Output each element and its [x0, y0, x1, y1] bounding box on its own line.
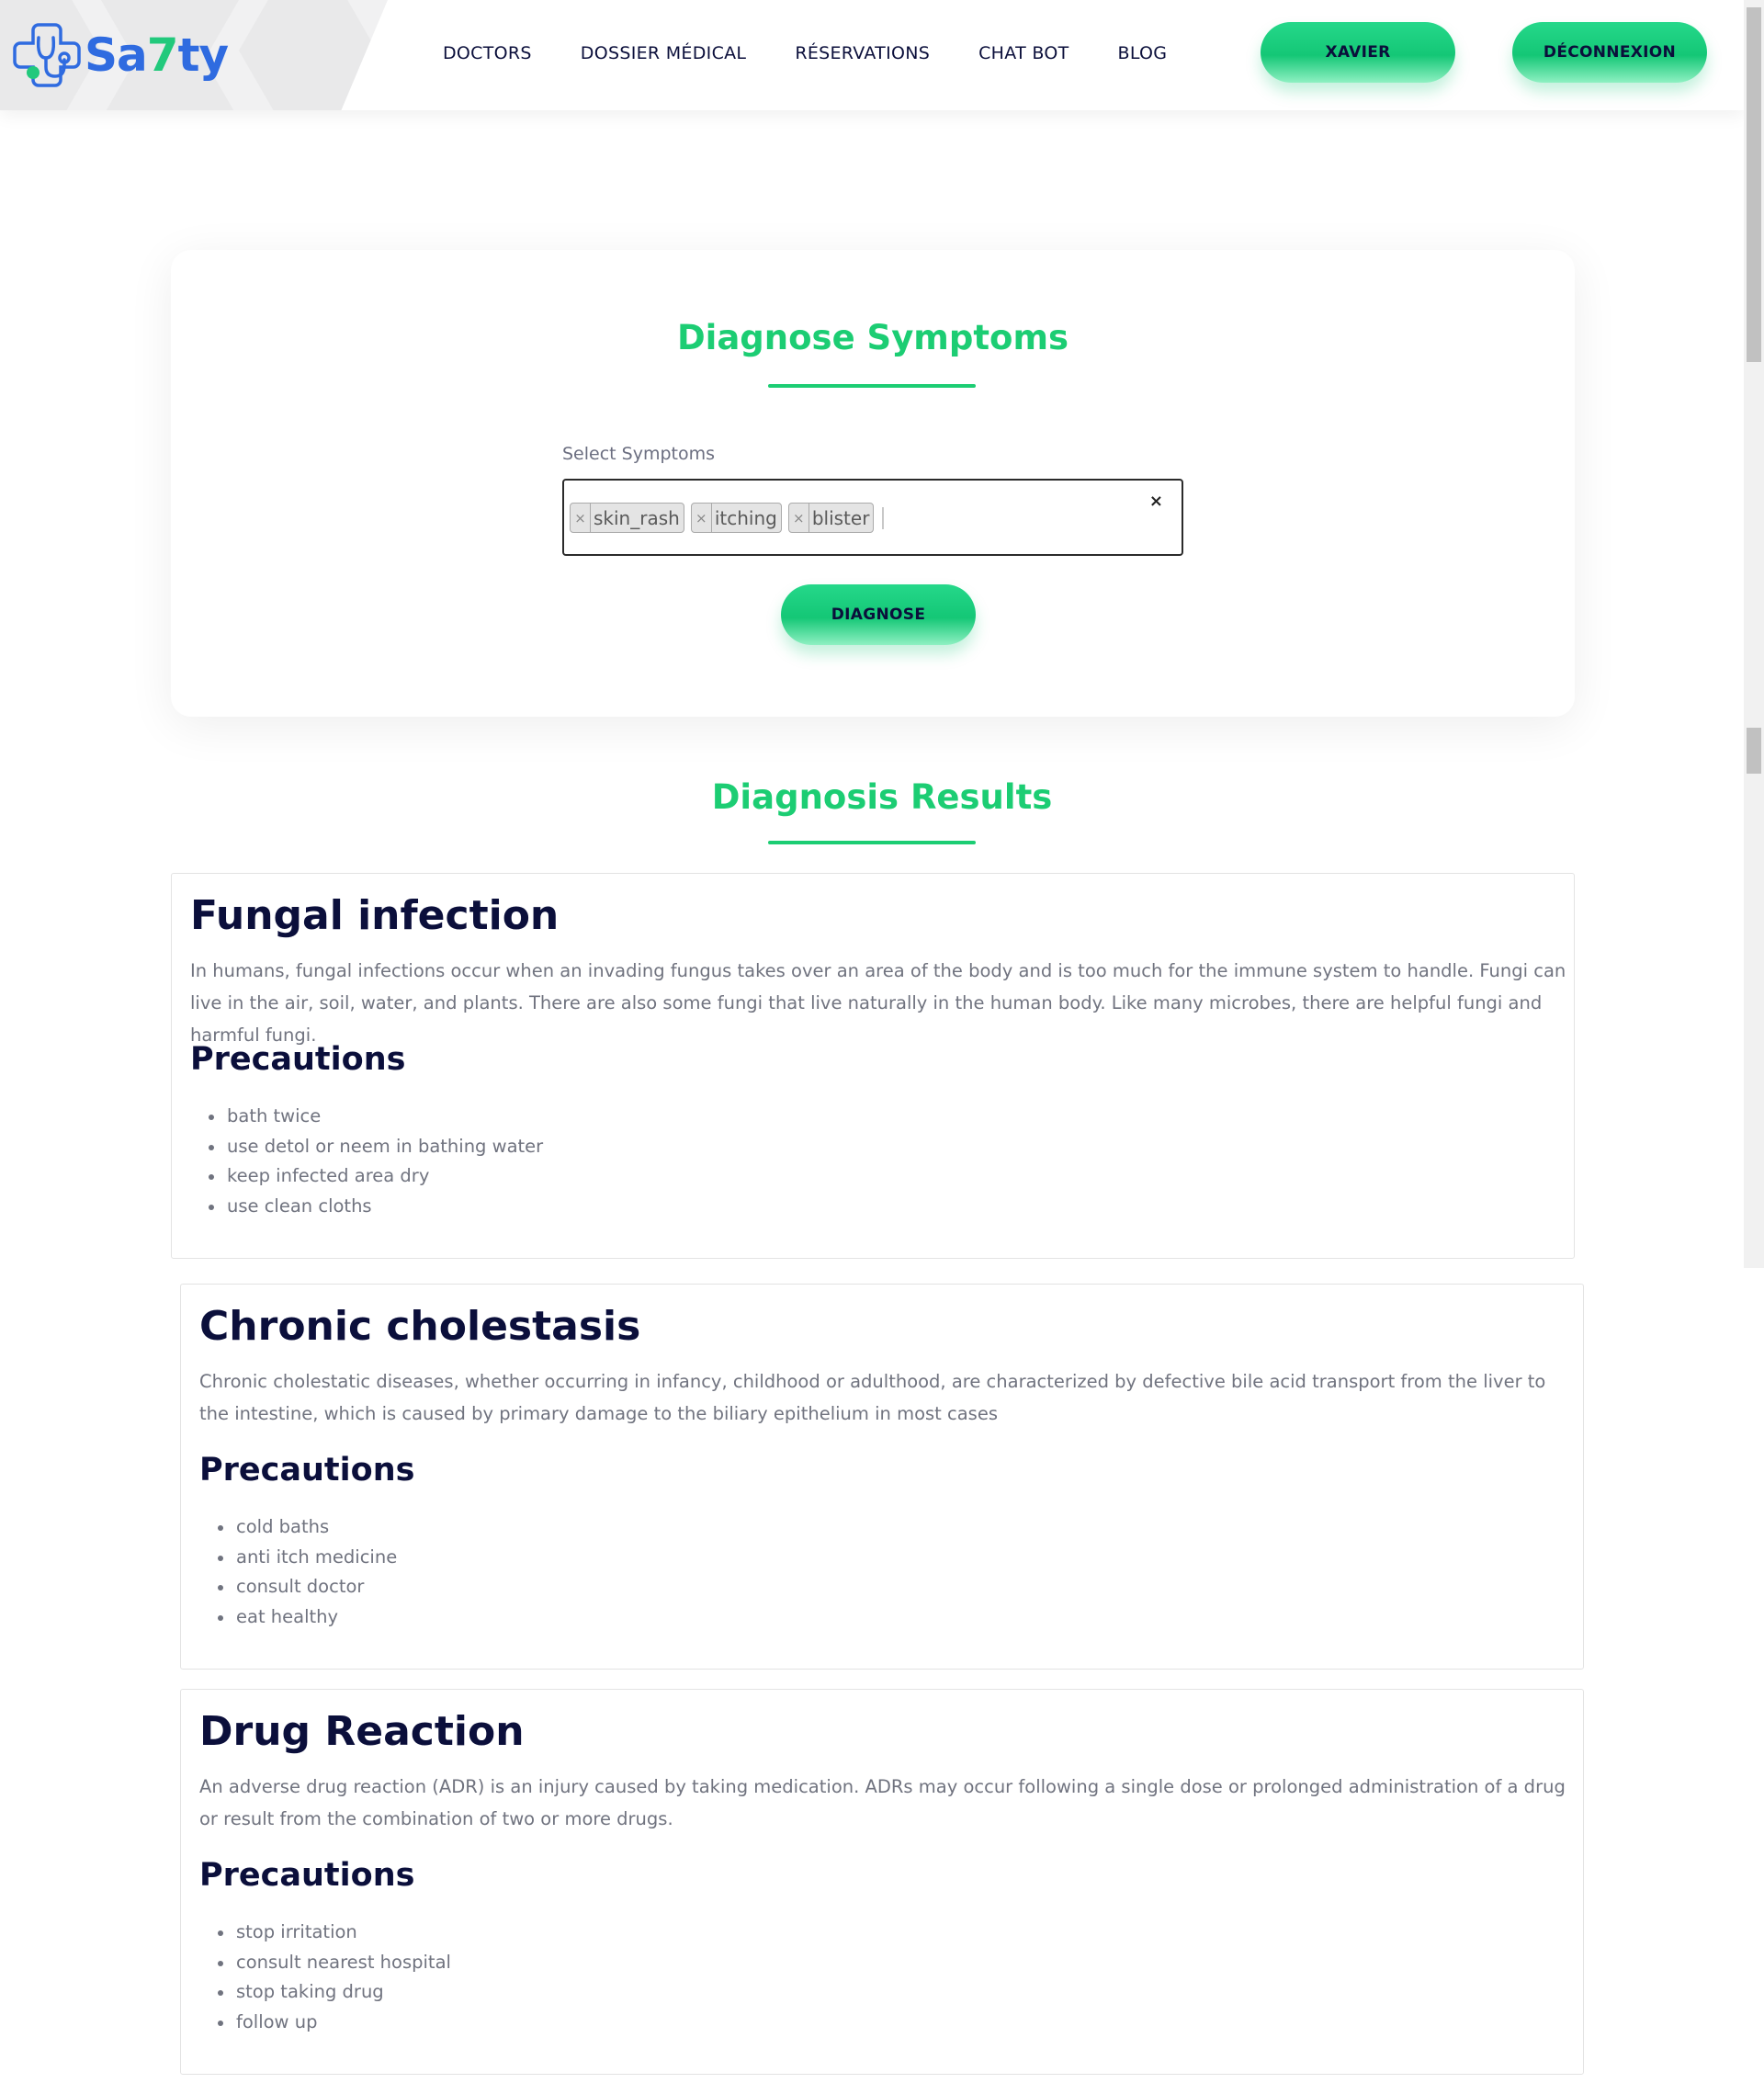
disease-description: Chronic cholestatic diseases, whether oc…: [199, 1371, 1546, 1424]
page-scrollbar[interactable]: [1744, 0, 1764, 1268]
remove-chip-icon[interactable]: ×: [789, 504, 809, 532]
precaution-item: stop irritation: [218, 1918, 451, 1948]
symptoms-multiselect[interactable]: × skin_rash × itching × blister ×: [562, 479, 1183, 556]
clear-all-icon[interactable]: ×: [1149, 492, 1163, 511]
remove-chip-icon[interactable]: ×: [571, 504, 591, 532]
disease-name: Chronic cholestasis: [199, 1303, 641, 1350]
search-caret[interactable]: [882, 506, 885, 529]
scrollbar-thumb-secondary[interactable]: [1747, 728, 1761, 774]
precaution-item: bath twice: [209, 1102, 543, 1132]
result-card: Fungal infection In humans, fungal infec…: [171, 873, 1575, 1259]
diagnose-title: Diagnose Symptoms: [676, 318, 1069, 357]
symptom-chip-label: itching: [714, 506, 777, 529]
site-logo[interactable]: Sa7ty: [11, 17, 229, 94]
precautions-heading: Precautions: [199, 1452, 415, 1489]
disease-name: Drug Reaction: [199, 1708, 525, 1755]
precaution-item: keep infected area dry: [209, 1161, 543, 1192]
symptom-chip: × skin_rash: [570, 503, 684, 533]
nav-doctors[interactable]: DOCTORS: [443, 43, 532, 63]
precaution-item: cold baths: [218, 1512, 397, 1543]
disease-description: In humans, fungal infections occur when …: [190, 960, 1566, 1046]
main-nav: DOCTORS DOSSIER MÉDICAL RÉSERVATIONS CHA…: [443, 0, 1216, 107]
diagnose-title-underline: [768, 384, 976, 388]
logout-button[interactable]: DÉCONNEXION: [1512, 22, 1707, 83]
result-card: Chronic cholestasis Chronic cholestatic …: [180, 1284, 1584, 1670]
diagnose-card: Diagnose Symptoms Select Symptoms × skin…: [171, 250, 1575, 717]
selected-symptoms: × skin_rash × itching × blister: [570, 503, 885, 533]
nav-dossier-medical[interactable]: DOSSIER MÉDICAL: [581, 43, 747, 63]
user-profile-button[interactable]: XAVIER: [1261, 22, 1455, 83]
diagnose-button[interactable]: DIAGNOSE: [781, 584, 976, 645]
symptom-chip: × itching: [690, 503, 782, 533]
nav-chat-bot[interactable]: CHAT BOT: [978, 43, 1069, 63]
precaution-item: eat healthy: [218, 1602, 397, 1633]
precautions-list: cold baths anti itch medicine consult do…: [199, 1512, 397, 1632]
precaution-item: use detol or neem in bathing water: [209, 1132, 543, 1162]
symptom-chip-label: blister: [811, 506, 870, 529]
precaution-item: consult nearest hospital: [218, 1948, 451, 1978]
symptom-chip: × blister: [787, 503, 875, 533]
scrollbar-thumb[interactable]: [1747, 7, 1761, 362]
symptom-chip-label: skin_rash: [594, 506, 680, 529]
disease-name: Fungal infection: [190, 892, 560, 939]
precaution-item: consult doctor: [218, 1572, 397, 1602]
precautions-heading: Precautions: [190, 1041, 406, 1078]
site-header: Sa7ty DOCTORS DOSSIER MÉDICAL RÉSERVATIO…: [0, 0, 1744, 110]
stethoscope-cross-icon: [13, 23, 81, 87]
symptoms-label: Select Symptoms: [562, 444, 716, 464]
precautions-heading: Precautions: [199, 1857, 415, 1894]
precautions-list: stop irritation consult nearest hospital…: [199, 1918, 451, 2037]
results-title-underline: [768, 841, 976, 844]
logo-text: Sa7ty: [85, 28, 229, 82]
disease-description: An adverse drug reaction (ADR) is an inj…: [199, 1776, 1566, 1829]
results-title: Diagnosis Results: [711, 777, 1053, 817]
result-card: Drug Reaction An adverse drug reaction (…: [180, 1689, 1584, 2075]
remove-chip-icon[interactable]: ×: [692, 504, 712, 532]
precaution-item: stop taking drug: [218, 1977, 451, 2008]
precaution-item: anti itch medicine: [218, 1543, 397, 1573]
precaution-item: use clean cloths: [209, 1192, 543, 1222]
precautions-list: bath twice use detol or neem in bathing …: [190, 1102, 543, 1221]
nav-blog[interactable]: BLOG: [1118, 43, 1168, 63]
precaution-item: follow up: [218, 2008, 451, 2038]
nav-reservations[interactable]: RÉSERVATIONS: [795, 43, 930, 63]
